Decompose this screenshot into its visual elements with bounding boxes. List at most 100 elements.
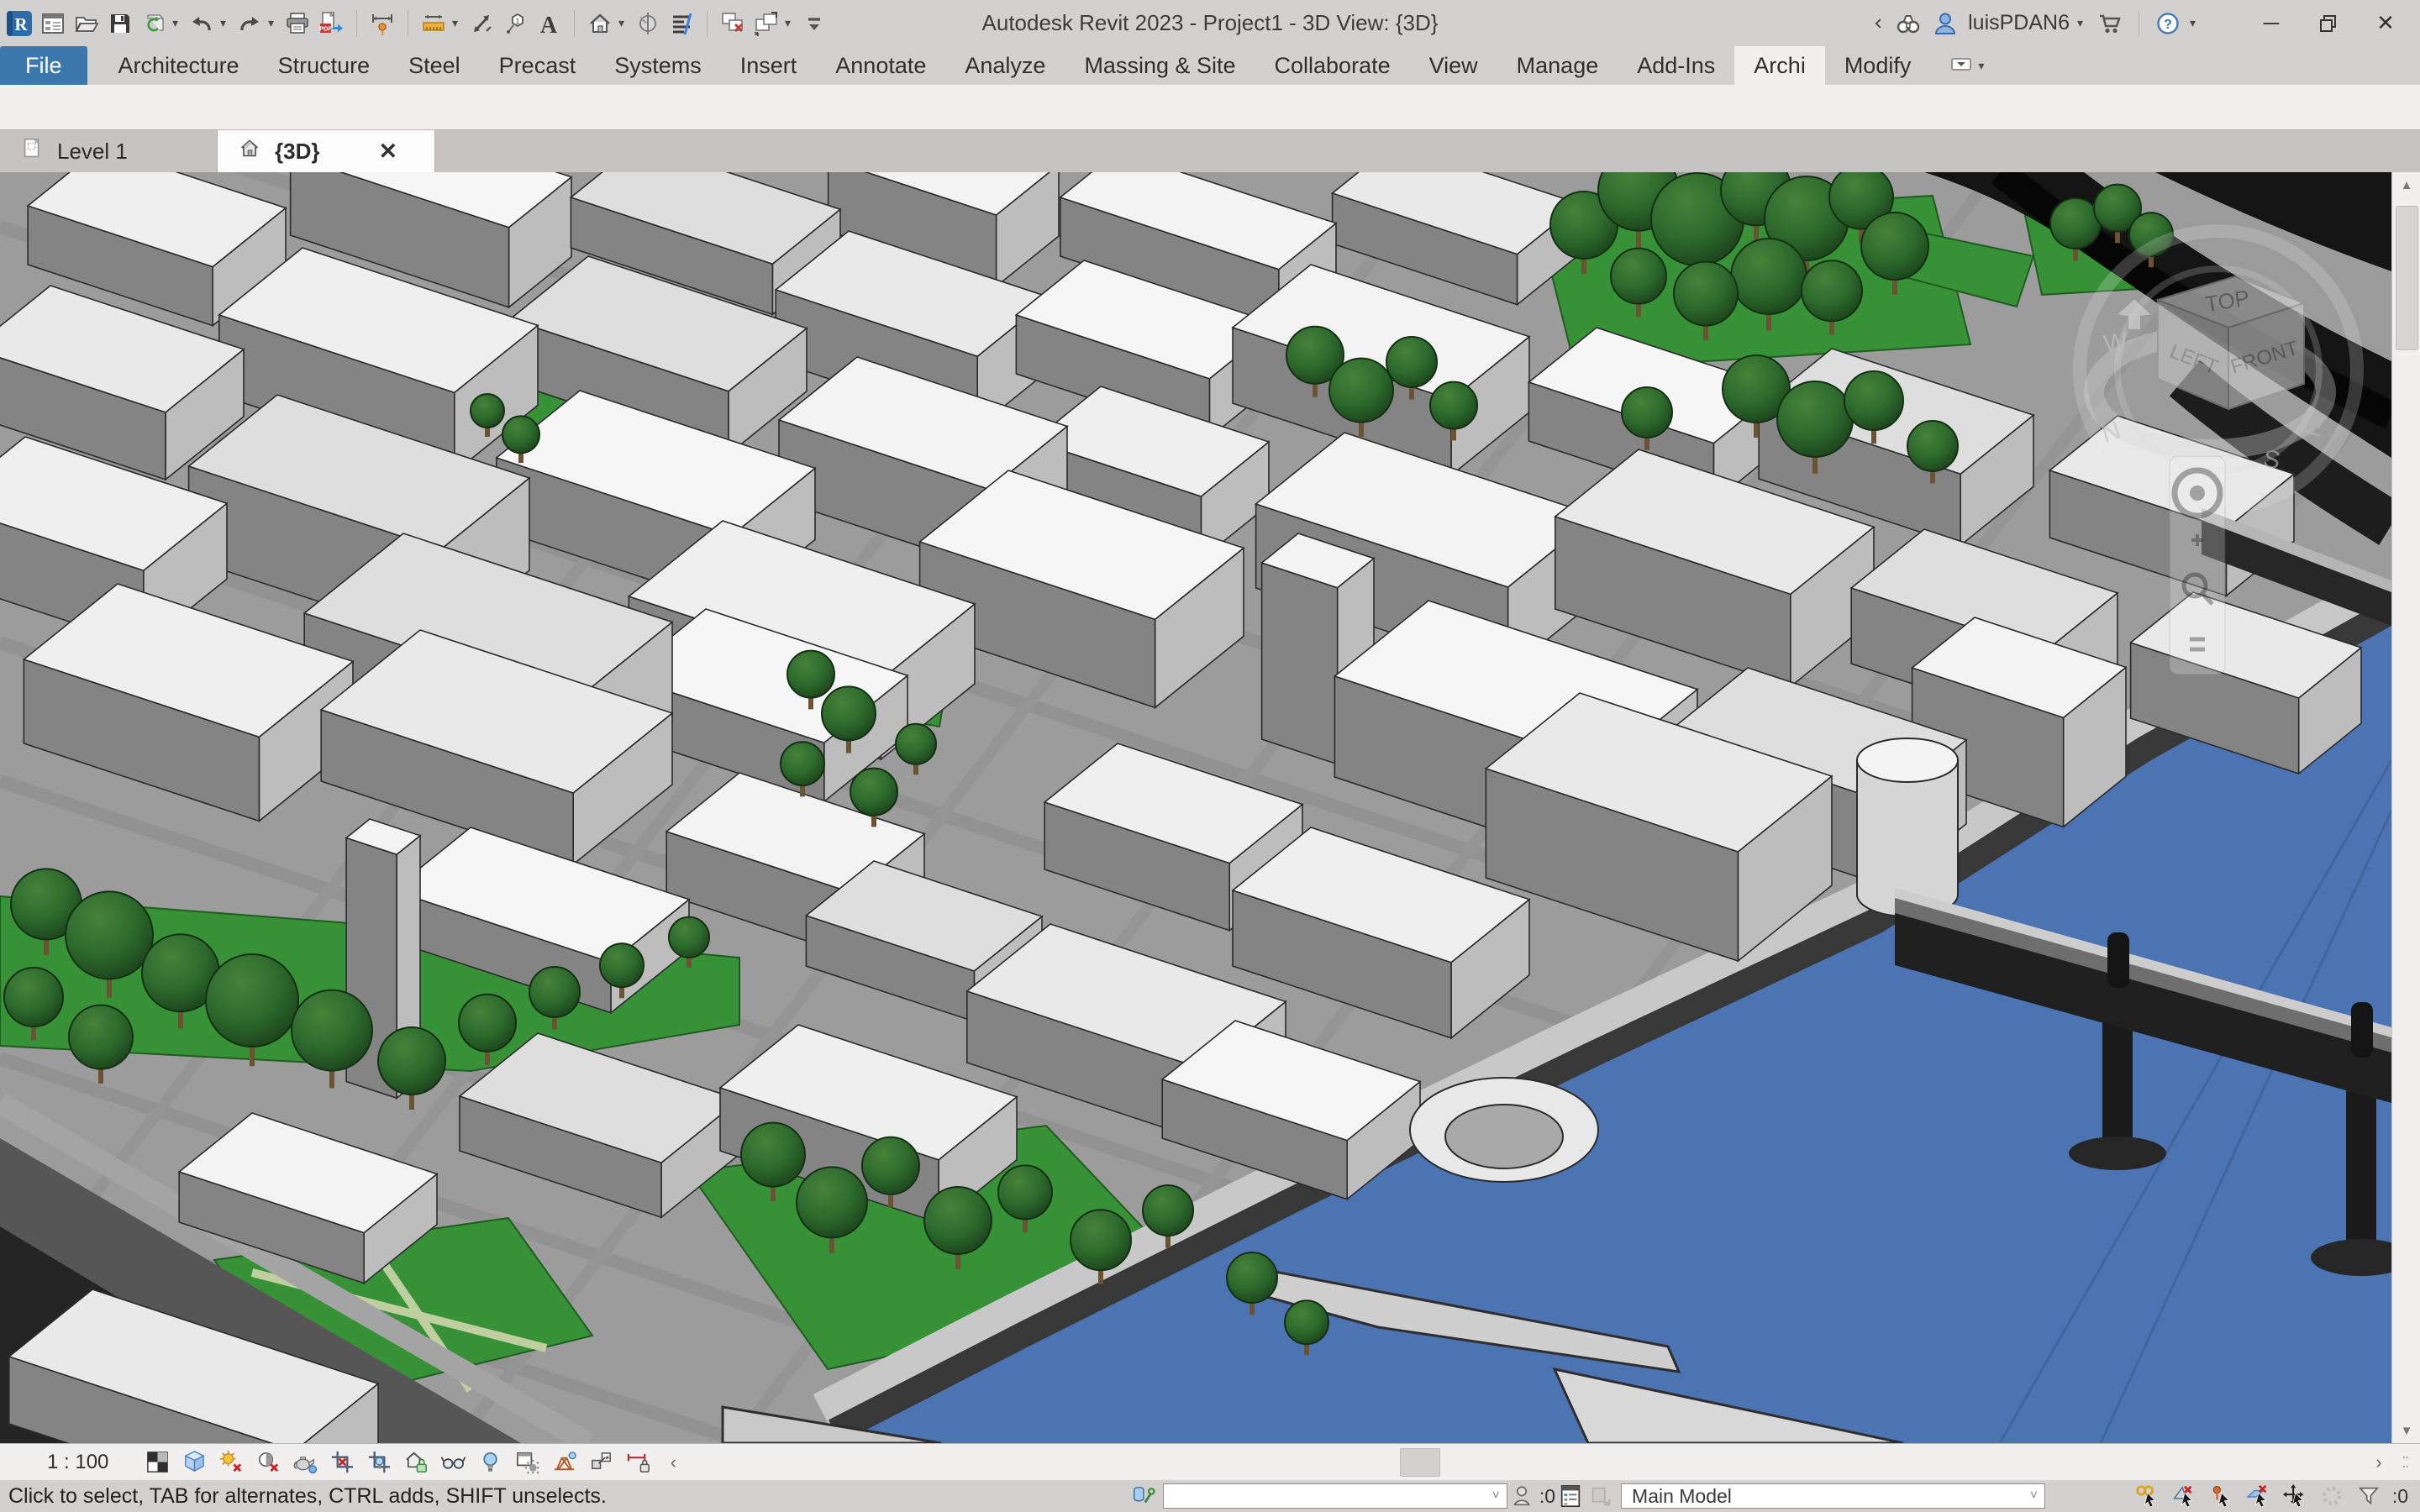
measure-icon[interactable] bbox=[418, 6, 450, 41]
status-progress-icon[interactable] bbox=[2317, 1482, 2347, 1510]
close-view-tab-icon[interactable]: ✕ bbox=[378, 139, 397, 165]
revit-logo-icon[interactable]: R bbox=[3, 6, 35, 41]
scroll-up-arrow-icon[interactable]: ▲ bbox=[2392, 172, 2420, 197]
dropdown-chevron-icon: ˅ bbox=[2030, 1488, 2038, 1504]
ribbon-tab-manage[interactable]: Manage bbox=[1497, 46, 1618, 85]
help-menu-caret-icon[interactable]: ▾ bbox=[2190, 16, 2202, 30]
vertical-scrollbar[interactable]: ▲ ▼ bbox=[2391, 172, 2420, 1443]
text-note-icon[interactable]: A bbox=[533, 6, 565, 41]
detail-level-icon[interactable] bbox=[142, 1446, 173, 1478]
user-menu-caret-icon[interactable]: ▾ bbox=[2077, 16, 2089, 30]
selection-count: :0 bbox=[2392, 1485, 2408, 1508]
sun-path-icon[interactable] bbox=[216, 1446, 247, 1478]
restore-button[interactable] bbox=[2302, 0, 2354, 46]
ribbon-tab-massing-site[interactable]: Massing & Site bbox=[1065, 46, 1255, 85]
scroll-down-arrow-icon[interactable]: ▼ bbox=[2392, 1418, 2420, 1443]
lock-3d-view-icon[interactable] bbox=[401, 1446, 432, 1478]
collapse-arrow-icon[interactable] bbox=[1870, 6, 1887, 41]
highlight-displacement-sets-icon[interactable] bbox=[586, 1446, 617, 1478]
view-tab-level1[interactable]: Level 1 bbox=[0, 130, 218, 172]
scroll-right-arrow-icon[interactable]: › bbox=[2366, 1444, 2391, 1481]
sync-with-central-icon[interactable] bbox=[138, 6, 170, 41]
ribbon-tab-annotate[interactable]: Annotate bbox=[816, 46, 945, 85]
open-file-icon[interactable] bbox=[71, 6, 103, 41]
show-crop-region-icon[interactable] bbox=[364, 1446, 395, 1478]
temporary-view-properties-icon[interactable] bbox=[512, 1446, 543, 1478]
select-elements-by-face-icon[interactable] bbox=[2243, 1482, 2273, 1510]
ribbon-toggle-caret-icon[interactable]: ▾ bbox=[1978, 59, 1990, 73]
active-design-option-dropdown[interactable]: Main Model ˅ bbox=[1621, 1483, 2045, 1509]
design-options-icon[interactable] bbox=[1555, 1482, 1586, 1510]
project-browser-icon[interactable] bbox=[37, 6, 69, 41]
view-scale-button[interactable]: 1 : 100 bbox=[47, 1451, 108, 1474]
navigation-bar[interactable] bbox=[2170, 456, 2225, 675]
thin-lines-icon[interactable] bbox=[666, 6, 697, 41]
visual-style-icon[interactable] bbox=[179, 1446, 210, 1478]
ribbon-tab-structure[interactable]: Structure bbox=[259, 46, 390, 85]
aligned-dimension-icon[interactable] bbox=[366, 6, 398, 41]
section-icon[interactable] bbox=[632, 6, 664, 41]
customize-quick-access-icon[interactable] bbox=[798, 6, 830, 41]
undo-caret-icon[interactable]: ▾ bbox=[220, 16, 232, 30]
help-icon[interactable]: ? bbox=[2152, 6, 2184, 41]
ribbon-tab-view[interactable]: View bbox=[1410, 46, 1497, 85]
select-underlay-elements-icon[interactable] bbox=[2169, 1482, 2199, 1510]
title-bar-right: luisPDAN6 ▾ ? ▾ ─ ✕ bbox=[1870, 0, 2420, 46]
worksets-icon[interactable] bbox=[1128, 1482, 1158, 1510]
ribbon-tab-add-ins[interactable]: Add-Ins bbox=[1618, 46, 1734, 85]
analytical-model-icon[interactable] bbox=[549, 1446, 580, 1478]
measure-caret-icon[interactable]: ▾ bbox=[452, 16, 464, 30]
active-workset-dropdown[interactable]: ˅ bbox=[1163, 1483, 1507, 1509]
ribbon-tab-file[interactable]: File bbox=[0, 46, 87, 85]
shadows-icon[interactable] bbox=[253, 1446, 284, 1478]
ribbon-tab-architecture[interactable]: Architecture bbox=[99, 46, 259, 85]
vertical-scroll-thumb[interactable] bbox=[2396, 206, 2418, 350]
sync-with-central-caret-icon[interactable]: ▾ bbox=[172, 16, 184, 30]
3d-viewport-canvas[interactable]: NESWTOPLEFTFRONT bbox=[0, 172, 2391, 1443]
signed-in-username[interactable]: luisPDAN6 bbox=[1968, 11, 2070, 35]
undo-icon[interactable] bbox=[186, 6, 218, 41]
ribbon-tab-collaborate[interactable]: Collaborate bbox=[1255, 46, 1410, 85]
close-inactive-windows-icon[interactable] bbox=[717, 6, 749, 41]
rendering-dialog-icon[interactable] bbox=[290, 1446, 321, 1478]
minimize-button[interactable]: ─ bbox=[2245, 0, 2297, 46]
editing-requests-icon[interactable] bbox=[1507, 1482, 1538, 1510]
measure-between-icon[interactable] bbox=[466, 6, 497, 41]
selection-filter-icon[interactable] bbox=[2354, 1482, 2384, 1510]
redo-caret-icon[interactable]: ▾ bbox=[268, 16, 280, 30]
select-pinned-elements-icon[interactable] bbox=[2206, 1482, 2236, 1510]
temporary-hide-isolate-icon[interactable] bbox=[438, 1446, 469, 1478]
drawing-area[interactable]: NESWTOPLEFTFRONT bbox=[0, 172, 2391, 1443]
select-links-icon[interactable] bbox=[2132, 1482, 2162, 1510]
save-icon[interactable] bbox=[104, 6, 136, 41]
switch-windows-caret-icon[interactable]: ▾ bbox=[785, 16, 797, 30]
ribbon-tab-steel[interactable]: Steel bbox=[389, 46, 480, 85]
ribbon-tab-precast[interactable]: Precast bbox=[480, 46, 596, 85]
ribbon-toggle-icon[interactable] bbox=[1945, 48, 1977, 83]
ribbon-tab-systems[interactable]: Systems bbox=[595, 46, 721, 85]
reveal-hidden-elements-icon[interactable] bbox=[475, 1446, 506, 1478]
redo-icon[interactable] bbox=[234, 6, 266, 41]
ribbon-tab-archi[interactable]: Archi bbox=[1734, 46, 1825, 85]
crop-view-icon[interactable] bbox=[327, 1446, 358, 1478]
search-binoculars-icon[interactable] bbox=[1892, 6, 1924, 41]
resize-grip[interactable]: ⁚⁚ bbox=[2402, 1454, 2417, 1474]
ribbon-tab-analyze[interactable]: Analyze bbox=[945, 46, 1065, 85]
export-pdf-icon[interactable]: PDF bbox=[315, 6, 347, 41]
horizontal-scroll-thumb[interactable] bbox=[1400, 1448, 1440, 1477]
print-icon[interactable] bbox=[281, 6, 313, 41]
cart-icon[interactable] bbox=[2094, 6, 2126, 41]
ribbon-tab-insert[interactable]: Insert bbox=[721, 46, 817, 85]
reveal-constraints-icon[interactable] bbox=[623, 1446, 654, 1478]
drag-elements-on-selection-icon[interactable] bbox=[2280, 1482, 2310, 1510]
scroll-left-arrow-icon[interactable]: ‹ bbox=[660, 1444, 686, 1481]
tag-by-category-icon[interactable]: 1 bbox=[499, 6, 531, 41]
user-avatar[interactable] bbox=[1929, 6, 1961, 41]
horizontal-scrollbar[interactable]: ‹ › ⁚⁚ bbox=[660, 1444, 2420, 1480]
default-3d-view-icon[interactable] bbox=[584, 6, 616, 41]
view-tab-3d[interactable]: {3D}✕ bbox=[218, 130, 435, 172]
ribbon-tab-modify[interactable]: Modify bbox=[1825, 46, 1931, 85]
default-3d-view-caret-icon[interactable]: ▾ bbox=[618, 16, 630, 30]
switch-windows-icon[interactable] bbox=[750, 6, 782, 41]
close-button[interactable]: ✕ bbox=[2360, 0, 2412, 46]
